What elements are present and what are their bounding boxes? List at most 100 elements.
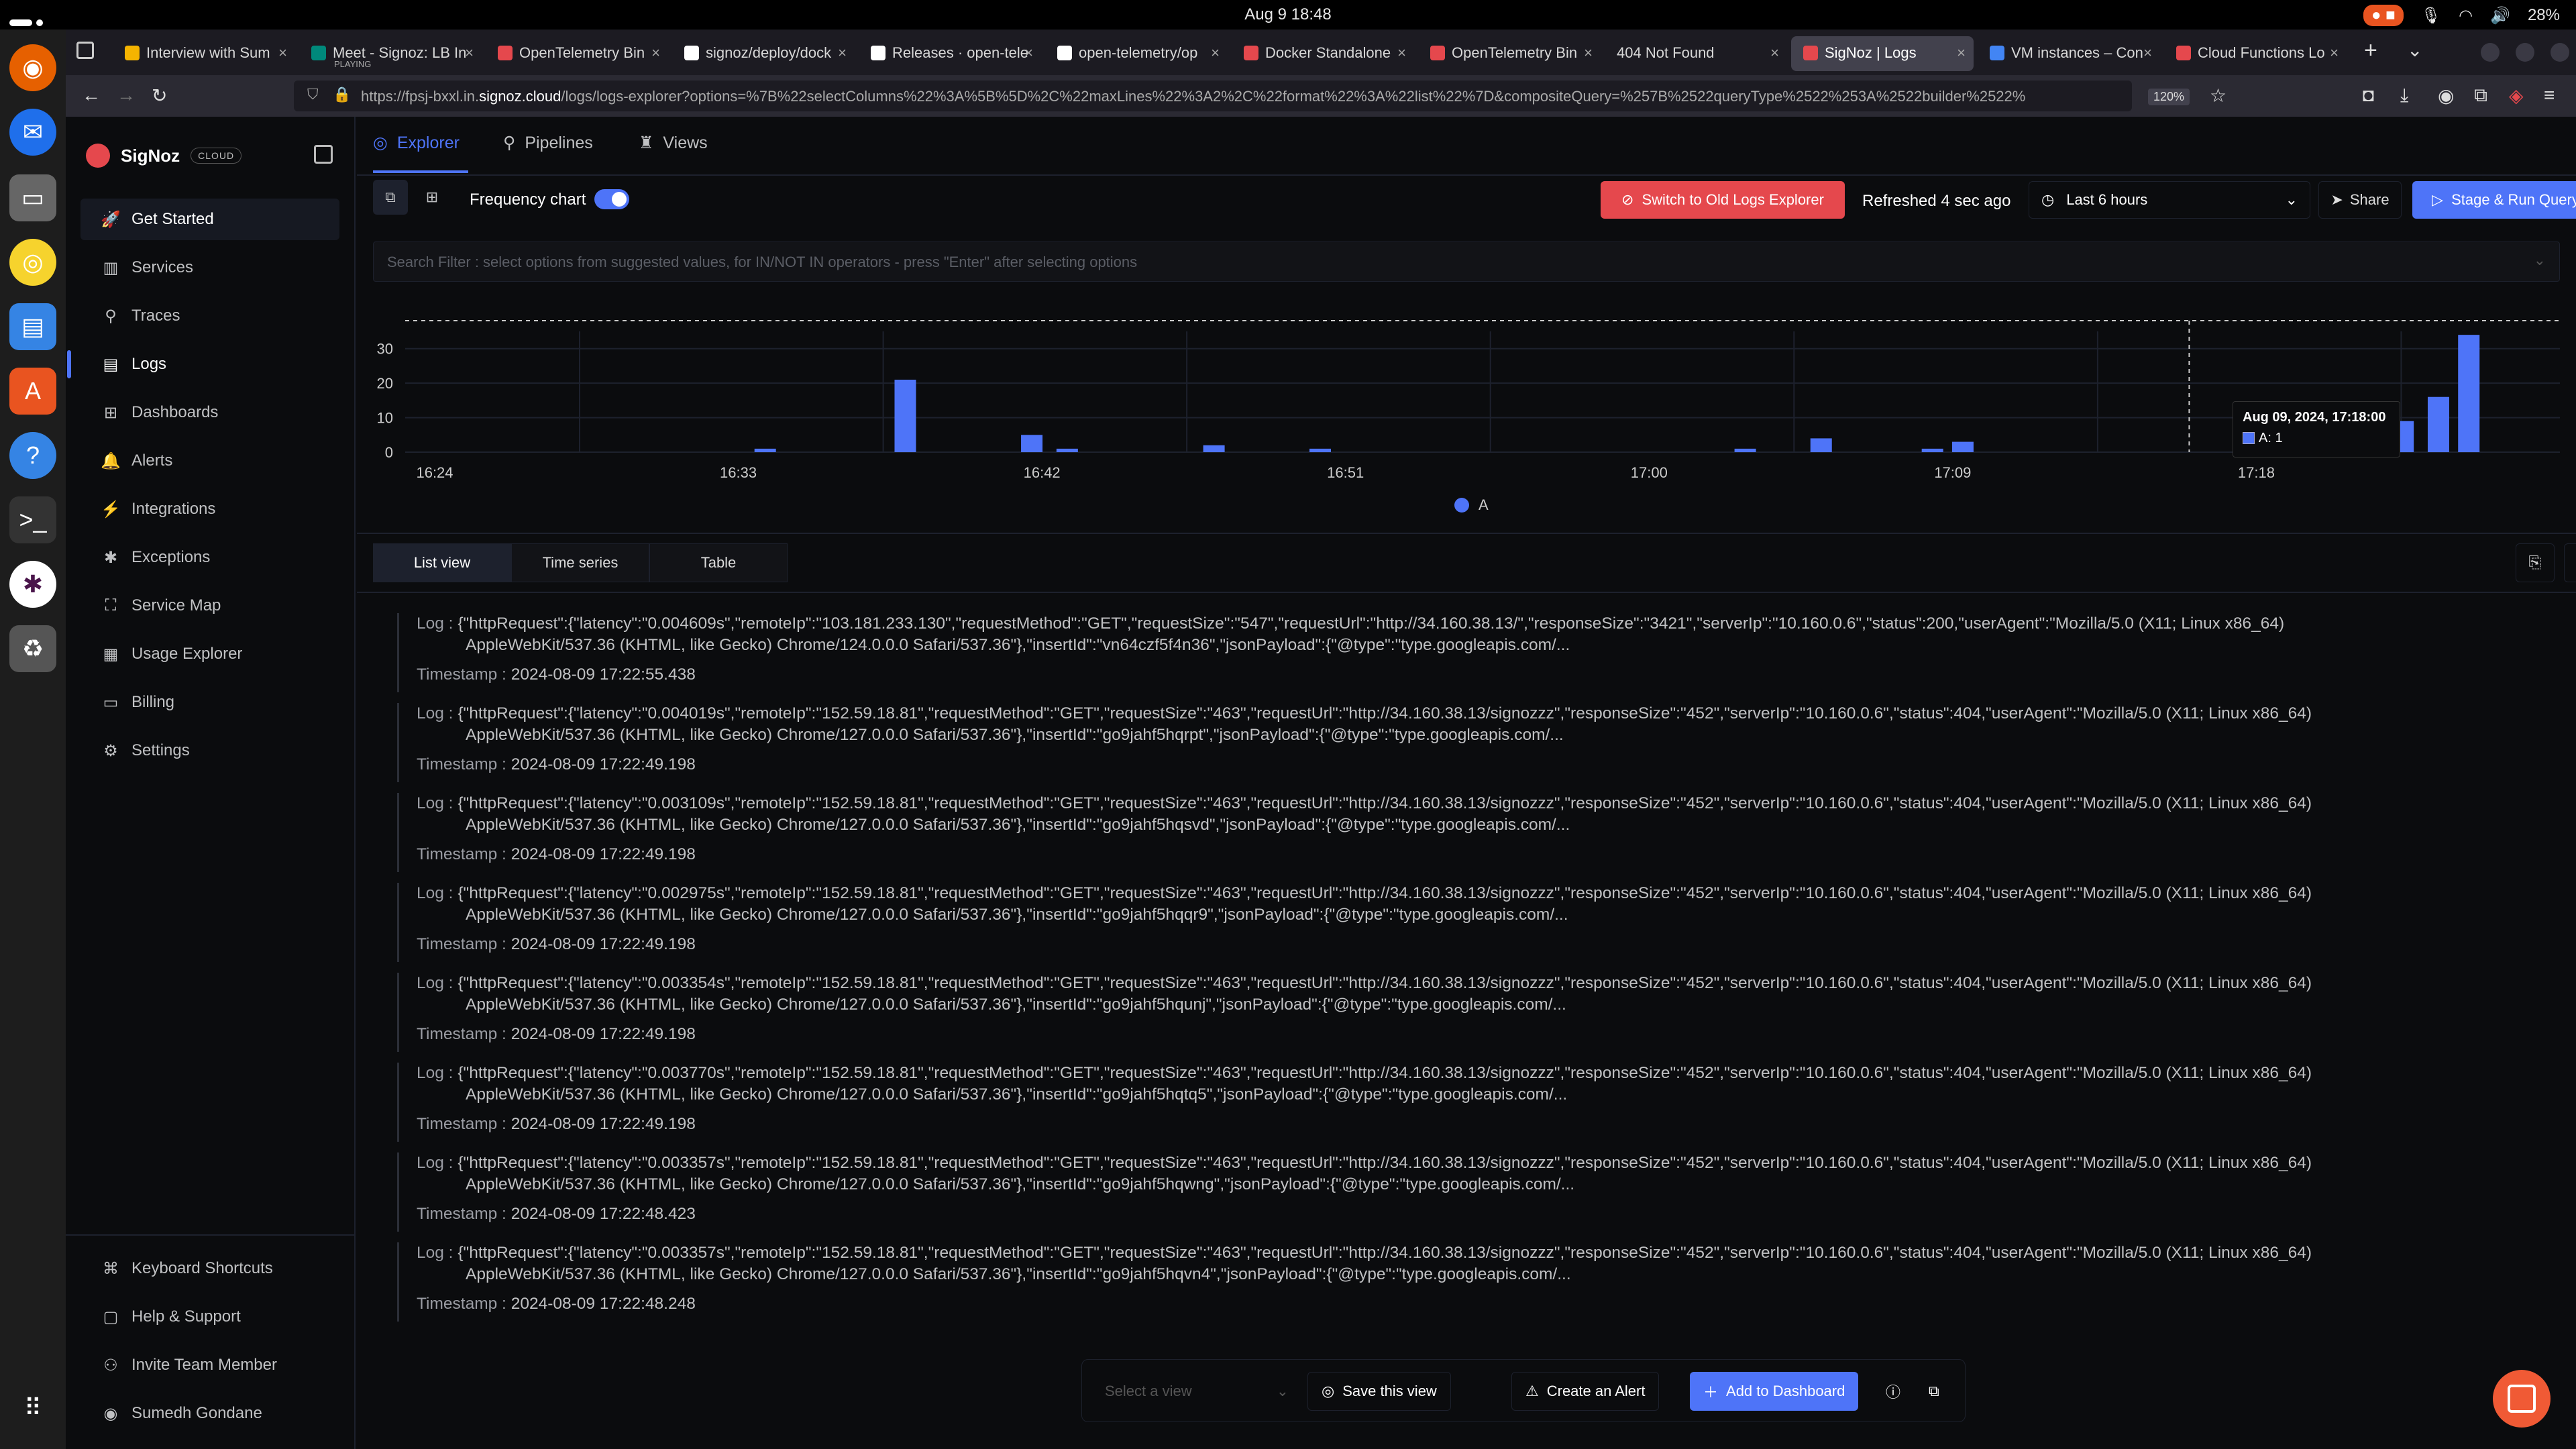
show-apps-icon[interactable]: ⠿ — [9, 1385, 56, 1432]
back-arrow-icon[interactable]: ← — [82, 85, 101, 106]
log-row[interactable]: Log : {"httpRequest":{"latency":"0.00335… — [397, 973, 2557, 1052]
tab-close-icon[interactable]: × — [465, 44, 474, 62]
tab-close-icon[interactable]: × — [651, 44, 660, 62]
info-icon[interactable]: ⓘ — [1872, 1372, 1914, 1411]
sidebar-item-billing[interactable]: ▭ Billing — [80, 682, 339, 723]
share-button[interactable]: ➤ Share — [2318, 181, 2402, 219]
save-view-button[interactable]: ◎ Save this view — [1307, 1372, 1451, 1411]
create-alert-button[interactable]: ⚠ Create an Alert — [1511, 1372, 1660, 1411]
sidebar-bottom-sumedh-gondane[interactable]: ◉ Sumedh Gondane — [80, 1393, 339, 1434]
frequency-chart-toggle[interactable] — [594, 189, 629, 209]
collapse-sidebar-icon[interactable] — [314, 145, 333, 164]
browser-tab[interactable]: signoz/deploy/dock × — [672, 36, 855, 71]
browser-tab[interactable]: Releases · open-tele × — [859, 36, 1041, 71]
query-builder-view-button[interactable]: ⧉ — [373, 180, 408, 215]
forward-arrow-icon[interactable]: → — [117, 85, 136, 106]
browser-tab[interactable]: 404 Not Found × — [1605, 36, 1787, 71]
sidebar-item-settings[interactable]: ⚙ Settings — [80, 730, 339, 771]
tab-pipelines[interactable]: ⚲ Pipelines — [503, 133, 593, 153]
sidebar-bottom-help-support[interactable]: ▢ Help & Support — [80, 1296, 339, 1338]
extension-badge-icon[interactable]: ◈ — [2509, 85, 2524, 107]
tab-close-icon[interactable]: × — [2143, 44, 2152, 62]
tab-close-icon[interactable]: × — [1397, 44, 1406, 62]
log-row[interactable]: Log : {"httpRequest":{"latency":"0.00310… — [397, 793, 2557, 872]
sidebar-item-exceptions[interactable]: ✱ Exceptions — [80, 537, 339, 578]
tab-views[interactable]: ♜ Views — [639, 133, 708, 153]
download-logs-icon[interactable]: ⎘ — [2516, 543, 2555, 582]
sidebar-item-logs[interactable]: ▤ Logs — [67, 343, 339, 385]
sidebar-item-service-map[interactable]: ⛶ Service Map — [80, 585, 339, 627]
window-close-button[interactable] — [2551, 43, 2569, 62]
tab-overflow-icon[interactable]: ⌄ — [2407, 39, 2422, 61]
account-icon[interactable]: ◉ — [2438, 85, 2454, 107]
table-tab[interactable]: Table — [649, 543, 788, 582]
tab-close-icon[interactable]: × — [1584, 44, 1593, 62]
list-view-tab[interactable]: List view — [373, 543, 511, 582]
browser-tab[interactable]: Docker Standalone × — [1232, 36, 1414, 71]
chat-support-icon[interactable] — [2493, 1370, 2551, 1428]
firefox-icon[interactable]: ◉ — [9, 44, 56, 91]
download-icon[interactable]: ⤓ — [2400, 85, 2408, 107]
os-clock[interactable]: Aug 9 18:48 — [0, 5, 2576, 24]
extensions-icon[interactable]: ⧉ — [2474, 85, 2487, 107]
tab-close-icon[interactable]: × — [1770, 44, 1779, 62]
files-icon[interactable]: ▭ — [9, 174, 56, 221]
export-icon[interactable]: ⧉ — [1915, 1372, 1953, 1411]
window-maximize-button[interactable] — [2516, 43, 2534, 62]
browser-tab[interactable]: VM instances – Con × — [1978, 36, 2160, 71]
tab-close-icon[interactable]: × — [1957, 44, 1966, 62]
slack-icon[interactable]: ✱ — [9, 561, 56, 608]
browser-tab[interactable]: Cloud Functions Lo × — [2164, 36, 2347, 71]
log-row[interactable]: Log : {"httpRequest":{"latency":"0.00460… — [397, 613, 2557, 692]
format-options-icon[interactable]: ⫶ — [2564, 543, 2576, 582]
new-tab-button[interactable]: + — [2364, 38, 2377, 64]
browser-tab[interactable]: open-telemetry/op × — [1045, 36, 1228, 71]
thunderbird-icon[interactable]: ✉ — [9, 109, 56, 156]
writer-icon[interactable]: ▤ — [9, 303, 56, 350]
time-series-tab[interactable]: Time series — [511, 543, 649, 582]
tab-close-icon[interactable]: × — [838, 44, 847, 62]
menu-icon[interactable]: ≡ — [2544, 85, 2555, 106]
tab-close-icon[interactable]: × — [1211, 44, 1220, 62]
app-center-icon[interactable]: A — [9, 368, 56, 415]
switch-old-explorer-button[interactable]: ⊘ Switch to Old Logs Explorer — [1601, 181, 1845, 219]
sidebar-item-get-started[interactable]: 🚀 Get Started — [80, 199, 339, 240]
stage-run-query-button[interactable]: ▷ Stage & Run Query — [2412, 181, 2576, 219]
chart-legend[interactable]: A — [1454, 496, 1489, 514]
reload-icon[interactable]: ↻ — [152, 85, 167, 107]
tab-close-icon[interactable]: × — [2330, 44, 2339, 62]
log-row[interactable]: Log : {"httpRequest":{"latency":"0.00377… — [397, 1063, 2557, 1142]
sidebar-item-services[interactable]: ▥ Services — [80, 247, 339, 288]
browser-tab[interactable]: OpenTelemetry Bin × — [486, 36, 668, 71]
terminal-icon[interactable]: >_ — [9, 496, 56, 543]
rhythmbox-icon[interactable]: ◎ — [9, 239, 56, 286]
system-tray[interactable]: ● ■ 🎙 ◠ 🔊 28% — [2363, 5, 2560, 26]
trash-icon[interactable]: ♻ — [9, 625, 56, 672]
clickhouse-view-button[interactable]: ⊞ — [415, 180, 449, 215]
url-field[interactable]: ⛉ 🔒 https://fpsj-bxxl.in.signoz.cloud/lo… — [294, 80, 2132, 111]
search-filter-input[interactable]: Search Filter : select options from sugg… — [373, 241, 2560, 282]
sidebar-bottom-keyboard-shortcuts[interactable]: ⌘ Keyboard Shortcuts — [80, 1248, 339, 1289]
sidebar-bottom-invite-team-member[interactable]: ⚇ Invite Team Member — [80, 1344, 339, 1386]
log-row[interactable]: Log : {"httpRequest":{"latency":"0.00401… — [397, 703, 2557, 782]
sidebar-item-dashboards[interactable]: ⊞ Dashboards — [80, 392, 339, 433]
log-row[interactable]: Log : {"httpRequest":{"latency":"0.00297… — [397, 883, 2557, 962]
sidebar-item-integrations[interactable]: ⚡ Integrations — [80, 488, 339, 530]
log-row[interactable]: Log : {"httpRequest":{"latency":"0.00335… — [397, 1242, 2557, 1322]
record-indicator[interactable]: ● ■ — [2363, 5, 2404, 26]
window-minimize-button[interactable] — [2481, 43, 2500, 62]
zoom-level[interactable]: 120% — [2148, 89, 2190, 105]
select-view-dropdown[interactable]: Select a view ⌄ — [1091, 1372, 1298, 1411]
add-dashboard-button[interactable]: ＋ Add to Dashboard — [1690, 1372, 1859, 1411]
help-app-icon[interactable]: ? — [9, 432, 56, 479]
time-range-select[interactable]: ◷ Last 6 hours ⌄ — [2029, 181, 2310, 219]
tab-list-icon[interactable] — [76, 42, 94, 59]
browser-tab[interactable]: OpenTelemetry Bin × — [1418, 36, 1601, 71]
brand[interactable]: SigNoz CLOUD — [86, 144, 242, 168]
sidebar-item-usage-explorer[interactable]: ▦ Usage Explorer — [80, 633, 339, 675]
tab-close-icon[interactable]: × — [1024, 44, 1033, 62]
pocket-icon[interactable]: ◘ — [2363, 85, 2374, 106]
tab-close-icon[interactable]: × — [278, 44, 287, 62]
browser-tab[interactable]: Interview with Sum × — [113, 36, 295, 71]
sidebar-item-traces[interactable]: ⚲ Traces — [80, 295, 339, 337]
